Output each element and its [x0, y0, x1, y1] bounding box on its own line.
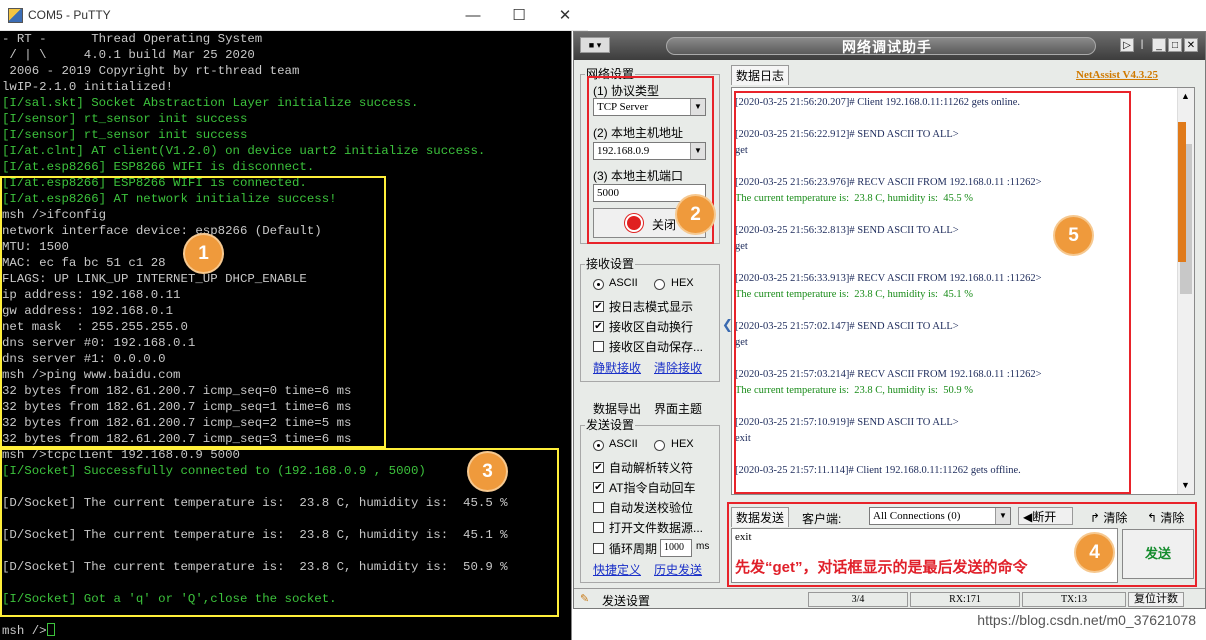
status-bar: ✎ 发送设置 3/4 RX:171 TX:13 复位计数 [574, 588, 1205, 608]
close-icon[interactable]: ✕ [542, 0, 588, 31]
send-hex-label: HEX [671, 438, 694, 450]
minimize-icon[interactable]: — [450, 0, 496, 31]
send-option-label: 自动发送校验位 [609, 501, 694, 515]
send-ascii-label: ASCII [609, 438, 638, 450]
putty-titlebar[interactable]: COM5 - PuTTY — ☐ ✕ [0, 0, 588, 31]
recv-hex-radio[interactable] [654, 279, 665, 290]
pencil-icon: ✎ [580, 593, 590, 605]
badge-5: 5 [1055, 217, 1092, 254]
highlight-box-log [734, 91, 1131, 494]
mute-recv-link[interactable]: 静默接收 [593, 359, 641, 376]
clear-recv-link[interactable]: 清除接收 [654, 359, 702, 376]
netassist-window: ■ ▾ 网络调试助手 ▷ | _ □ ✕ 网络设置 (1) 协议类型 TCP S… [573, 31, 1206, 609]
recv-option-label: 接收区自动保存... [609, 340, 704, 354]
putty-title: COM5 - PuTTY [28, 8, 111, 22]
recv-settings-label: 接收设置 [585, 255, 636, 272]
badge-2: 2 [677, 196, 714, 233]
terminal-line: - RT - Thread Operating System [2, 32, 263, 46]
loop-input[interactable]: 1000 [660, 539, 692, 557]
terminal-line: [I/sensor] rt_sensor init success [2, 112, 248, 126]
scroll-accent [1178, 122, 1186, 262]
recv-option-label: 接收区自动换行 [609, 320, 694, 334]
close-icon[interactable]: ✕ [1184, 38, 1198, 52]
scroll-up-icon[interactable]: ▲ [1181, 91, 1190, 101]
watermark: https://blog.csdn.net/m0_37621078 [977, 612, 1196, 628]
badge-1: 1 [185, 235, 222, 272]
maximize-icon[interactable]: □ [1168, 38, 1182, 52]
ui-theme-button[interactable]: 界面主题 [654, 400, 702, 417]
history-link[interactable]: 历史发送 [654, 561, 702, 578]
send-settings-label: 发送设置 [585, 416, 636, 433]
terminal-line: [I/sensor] rt_sensor init success [2, 128, 248, 142]
shortcut-link[interactable]: 快捷定义 [593, 561, 641, 578]
data-export-button[interactable]: 数据导出 [593, 400, 641, 417]
terminal-line: / | \ 4.0.1 build Mar 25 2020 [2, 48, 255, 62]
terminal-line: msh /> [2, 624, 47, 638]
recv-ascii-label: ASCII [609, 277, 638, 289]
status-tx: TX:13 [1022, 592, 1126, 607]
brand-link[interactable]: NetAssist V4.3.25 [1076, 69, 1158, 81]
send-option-checkbox[interactable]: ✔ [593, 462, 604, 473]
scroll-down-icon[interactable]: ▼ [1181, 480, 1190, 490]
recv-option-checkbox[interactable]: ✔ [593, 321, 604, 332]
netassist-titlebar[interactable]: ■ ▾ 网络调试助手 ▷ | _ □ ✕ [574, 32, 1205, 60]
loop-checkbox[interactable] [593, 543, 604, 554]
badge-3: 3 [469, 453, 506, 490]
send-option-label: 自动解析转义符 [609, 461, 694, 475]
terminal-line: [I/at.clnt] AT client(V1.2.0) on device … [2, 144, 486, 158]
terminal-line: lwIP-2.1.0 initialized! [2, 80, 174, 94]
send-option-label: AT指令自动回车 [609, 481, 696, 495]
send-option-checkbox[interactable]: ✔ [593, 482, 604, 493]
send-hex-radio[interactable] [654, 440, 665, 451]
send-ascii-radio[interactable] [593, 440, 604, 451]
send-option-checkbox[interactable] [593, 502, 604, 513]
app-menu-icon[interactable]: ■ ▾ [580, 37, 610, 53]
recv-ascii-radio[interactable] [593, 279, 604, 290]
send-option-checkbox[interactable] [593, 522, 604, 533]
status-send-settings[interactable]: 发送设置 [602, 592, 650, 609]
terminal-line: [I/at.esp8266] ESP8266 WIFI is disconnec… [2, 160, 315, 174]
recv-option-checkbox[interactable] [593, 341, 604, 352]
badge-4: 4 [1076, 534, 1113, 571]
recv-option-label: 按日志模式显示 [609, 300, 694, 314]
minimize-icon[interactable]: _ [1152, 38, 1166, 52]
loop-label: 循环周期 [609, 542, 658, 556]
terminal-line: [I/sal.skt] Socket Abstraction Layer ini… [2, 96, 419, 110]
status-count: 3/4 [808, 592, 908, 607]
highlight-box-ifconfig-ping [0, 176, 386, 448]
maximize-icon[interactable]: ☐ [496, 0, 542, 31]
highlight-box-send [727, 502, 1197, 587]
putty-app-icon [8, 8, 23, 23]
terminal-cursor [46, 623, 55, 636]
loop-unit: ms [696, 541, 710, 552]
tab-data-log[interactable]: 数据日志 [731, 65, 790, 85]
send-option-label: 打开文件数据源... [609, 521, 704, 535]
pin-icon[interactable]: ▷ [1120, 38, 1134, 52]
netassist-title: 网络调试助手 [842, 39, 932, 55]
status-rx: RX:171 [910, 592, 1020, 607]
recv-hex-label: HEX [671, 277, 694, 289]
reset-count-button[interactable]: 复位计数 [1128, 592, 1184, 607]
recv-option-checkbox[interactable]: ✔ [593, 301, 604, 312]
title-separator: | [1140, 39, 1144, 50]
terminal-line: 2006 - 2019 Copyright by rt-thread team [2, 64, 300, 78]
